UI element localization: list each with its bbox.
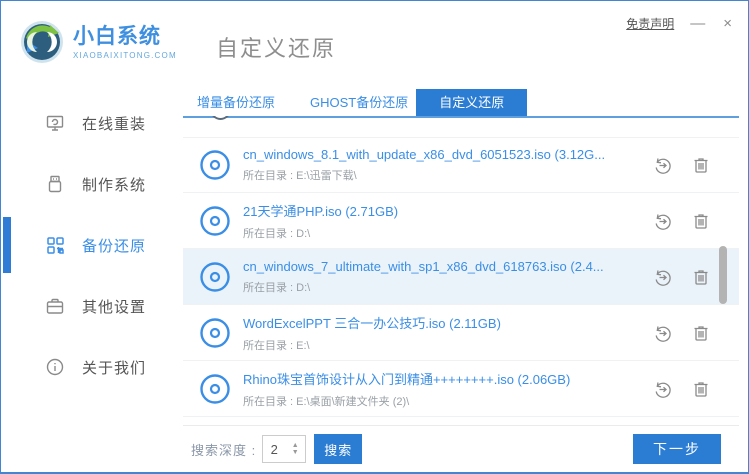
iso-item-title: cn_windows_7_ultimate_with_sp1_x86_dvd_6… — [243, 258, 604, 274]
iso-item-actions — [653, 211, 711, 231]
sidebar-item-other-settings[interactable]: 其他设置 — [1, 291, 183, 321]
disclaimer-link[interactable]: 免责声明 — [626, 15, 674, 32]
iso-item-actions — [653, 323, 711, 343]
close-icon[interactable]: × — [721, 15, 734, 32]
main-panel: 增量备份还原 GHOST备份还原 自定义还原 cn_windows_8.1_wi… — [183, 87, 739, 472]
iso-item-text: WordExcelPPT 三合一办公技巧.iso (2.11GB) 所在目录 :… — [243, 313, 653, 353]
iso-list-item-selected[interactable]: cn_windows_7_ultimate_with_sp1_x86_dvd_6… — [183, 249, 739, 305]
tab-ghost-backup-restore[interactable]: GHOST备份还原 — [310, 89, 408, 116]
sidebar-item-label: 制作系统 — [82, 176, 147, 194]
brand-text: 小白系统 XIAOBAIXITONG.COM — [73, 25, 177, 60]
restore-icon[interactable] — [653, 267, 673, 287]
sidebar-item-label: 其他设置 — [82, 298, 147, 316]
next-step-button[interactable]: 下一步 — [633, 434, 721, 464]
tab-incremental-backup-restore[interactable]: 增量备份还原 — [197, 89, 275, 116]
iso-item-path: 所在目录 : E:\迅雷下载\ — [243, 170, 357, 182]
iso-item-path: 所在目录 : E:\桌面\新建文件夹 (2)\ — [243, 395, 410, 408]
search-depth-stepper: ▲ ▼ — [262, 435, 307, 463]
iso-item-text: Rhino珠宝首饰设计从入门到精通++++++++.iso (2.06GB) 所… — [243, 369, 653, 409]
brand-domain: XIAOBAIXITONG.COM — [73, 50, 177, 60]
iso-list-item[interactable]: 21天学通PHP.iso (2.71GB) 所在目录 : D:\ — [183, 193, 739, 249]
delete-icon[interactable] — [691, 323, 711, 343]
window-controls: 免责声明 — × — [626, 15, 734, 32]
iso-list-item[interactable]: WordExcelPPT 三合一办公技巧.iso (2.11GB) 所在目录 :… — [183, 305, 739, 361]
tab-bar: 增量备份还原 GHOST备份还原 自定义还原 — [183, 89, 739, 118]
delete-icon[interactable] — [691, 211, 711, 231]
iso-file-list: cn_windows_8.1_with_update_x86_dvd_60515… — [183, 116, 739, 426]
header: 小白系统 XIAOBAIXITONG.COM 自定义还原 免责声明 — × — [1, 1, 748, 87]
iso-item-actions — [653, 379, 711, 399]
sidebar-item-make-system[interactable]: 制作系统 — [1, 169, 183, 199]
brand-name: 小白系统 — [73, 24, 161, 48]
scrollbar-thumb[interactable] — [719, 246, 727, 304]
sidebar: 在线重装 制作系统 备份还原 其他设置 关于我们 — [1, 87, 183, 472]
disc-icon — [200, 205, 230, 236]
briefcase-icon — [46, 298, 64, 314]
grid-icon — [47, 237, 64, 254]
iso-item-actions — [653, 155, 711, 175]
disc-icon — [200, 150, 230, 180]
iso-list-item[interactable]: cn_windows_8.1_with_update_x86_dvd_60515… — [183, 137, 739, 193]
iso-item-path: 所在目录 : D:\ — [243, 227, 311, 240]
sidebar-item-label: 在线重装 — [82, 115, 147, 133]
page-title: 自定义还原 — [216, 36, 337, 61]
sidebar-item-about-us[interactable]: 关于我们 — [1, 352, 183, 382]
iso-item-title: cn_windows_8.1_with_update_x86_dvd_60515… — [243, 147, 606, 162]
list-rows: cn_windows_8.1_with_update_x86_dvd_60515… — [183, 137, 739, 417]
sidebar-item-label: 备份还原 — [82, 237, 147, 255]
minimize-icon[interactable]: — — [688, 15, 707, 32]
restore-icon[interactable] — [653, 323, 673, 343]
delete-icon[interactable] — [691, 267, 711, 287]
app-window: 小白系统 XIAOBAIXITONG.COM 自定义还原 免责声明 — × 在线… — [0, 0, 749, 474]
disc-icon-partial — [210, 116, 231, 120]
restore-icon[interactable] — [653, 379, 673, 399]
iso-item-text: cn_windows_7_ultimate_with_sp1_x86_dvd_6… — [243, 259, 653, 295]
iso-item-title: WordExcelPPT 三合一办公技巧.iso (2.11GB) — [243, 315, 501, 331]
stepper-up-icon[interactable]: ▲ — [292, 442, 299, 449]
iso-item-path: 所在目录 : E:\ — [243, 339, 310, 352]
search-button[interactable]: 搜索 — [314, 434, 363, 464]
iso-list-item[interactable]: Rhino珠宝首饰设计从入门到精通++++++++.iso (2.06GB) 所… — [183, 361, 739, 417]
tab-custom-restore[interactable]: 自定义还原 — [416, 89, 528, 116]
disc-icon — [200, 317, 230, 348]
stepper-down-icon[interactable]: ▼ — [292, 449, 299, 456]
iso-item-path: 所在目录 : D:\ — [243, 281, 311, 294]
monitor-icon — [46, 115, 64, 131]
info-icon — [46, 358, 64, 376]
search-depth-label: 搜索深度 : — [191, 442, 257, 458]
iso-item-title: 21天学通PHP.iso (2.71GB) — [243, 203, 399, 219]
iso-item-text: 21天学通PHP.iso (2.71GB) 所在目录 : D:\ — [243, 201, 653, 241]
brand: 小白系统 XIAOBAIXITONG.COM — [19, 19, 177, 65]
brand-logo-icon — [21, 21, 63, 63]
iso-item-title: Rhino珠宝首饰设计从入门到精通++++++++.iso (2.06GB) — [243, 371, 571, 387]
footer-bar: 搜索深度 : ▲ ▼ 搜索 下一步 — [183, 425, 739, 472]
delete-icon[interactable] — [691, 155, 711, 175]
delete-icon[interactable] — [691, 379, 711, 399]
stepper-arrows: ▲ ▼ — [285, 436, 305, 462]
disc-icon — [200, 261, 230, 292]
sidebar-item-online-reinstall[interactable]: 在线重装 — [1, 108, 183, 138]
usb-icon — [48, 175, 62, 193]
iso-item-text: cn_windows_8.1_with_update_x86_dvd_60515… — [243, 147, 653, 183]
restore-icon[interactable] — [653, 211, 673, 231]
sidebar-item-backup-restore[interactable]: 备份还原 — [1, 217, 183, 273]
restore-icon[interactable] — [653, 155, 673, 175]
disc-icon — [200, 373, 230, 404]
iso-item-actions — [653, 267, 711, 287]
search-depth-input[interactable] — [263, 436, 286, 462]
sidebar-item-label: 关于我们 — [82, 359, 147, 377]
